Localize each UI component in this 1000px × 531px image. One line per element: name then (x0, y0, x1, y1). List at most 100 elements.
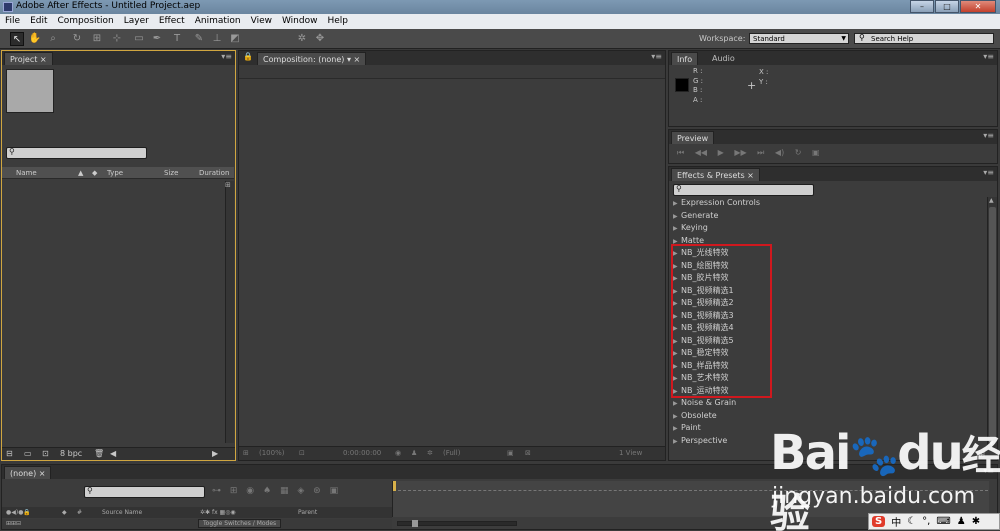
eraser-tool-icon[interactable]: ◩ (228, 32, 242, 46)
menu-layer[interactable]: Layer (119, 14, 154, 29)
resolution-select[interactable]: (Full) (443, 449, 460, 457)
search-help-input[interactable]: ⚲ Search Help (854, 33, 994, 44)
bit-depth-label[interactable]: 8 bpc (60, 449, 82, 458)
tab-timeline[interactable]: (none) × (4, 466, 52, 479)
views-select[interactable]: 1 View (619, 449, 642, 457)
workspace-select[interactable]: Standard ▼ (749, 33, 849, 44)
close-button[interactable]: ✕ (960, 0, 996, 13)
comp-mini-flowchart-icon[interactable]: ⊶ (212, 486, 221, 496)
pen-tool-icon[interactable]: ✒ (150, 32, 164, 46)
rotation-tool-icon[interactable]: ↻ (70, 32, 84, 46)
hide-shy-layers-icon[interactable]: ♠ (263, 486, 271, 496)
hierarchy-icon[interactable]: ⊞ (225, 181, 231, 189)
col-duration[interactable]: Duration (199, 169, 229, 177)
effect-category[interactable]: ▶ Noise & Grain (669, 397, 987, 410)
project-search-input[interactable]: ⚲ (6, 147, 147, 159)
region-of-interest-icon[interactable]: ▣ (507, 449, 514, 457)
av-features-icon[interactable]: ●◀)●🔒 (6, 509, 31, 516)
effect-category[interactable]: ▶ Keying (669, 222, 987, 235)
menu-view[interactable]: View (246, 14, 277, 29)
maximize-button[interactable]: □ (935, 0, 959, 13)
selection-tool-icon[interactable]: ↖ (10, 32, 24, 46)
transparency-grid-icon[interactable]: ⊠ (525, 449, 531, 457)
camera-tool-icon[interactable]: ⊞ (90, 32, 104, 46)
mute-audio-icon[interactable]: ◀) (775, 148, 784, 157)
zoom-select[interactable]: (100%) (259, 449, 284, 457)
tab-project[interactable]: Project × (4, 52, 53, 65)
next-frame-icon[interactable]: ▶▶ (734, 148, 746, 157)
show-snapshot-icon[interactable]: ♟ (411, 449, 417, 457)
tab-info[interactable]: Info (671, 52, 699, 65)
settings-icon[interactable]: ✱ (972, 516, 980, 527)
col-name[interactable]: Name (16, 169, 37, 177)
play-icon[interactable]: ▶ (718, 148, 724, 157)
menu-effect[interactable]: Effect (154, 14, 190, 29)
punctuation-icon[interactable]: °, (922, 516, 930, 527)
menu-help[interactable]: Help (322, 14, 353, 29)
new-folder-icon[interactable]: ▭ (24, 449, 32, 458)
minimize-button[interactable]: – (910, 0, 934, 13)
zoom-slider-handle[interactable] (412, 520, 418, 527)
menu-file[interactable]: File (0, 14, 25, 29)
tab-audio[interactable]: Audio (707, 52, 740, 65)
trash-icon[interactable]: 🗑 (94, 449, 104, 458)
tab-preview[interactable]: Preview (671, 131, 715, 144)
timeline-search-input[interactable]: ⚲ (84, 486, 205, 498)
draft-3d-icon[interactable]: ◉ (246, 486, 254, 496)
zoom-tool-icon[interactable]: ⌕ (46, 32, 60, 46)
motion-blur-icon[interactable]: ◈ (297, 486, 304, 496)
safe-zones-icon[interactable]: ⊡ (299, 449, 305, 457)
interpret-footage-icon[interactable]: ⊟ (6, 449, 13, 458)
brush-tool-icon[interactable]: ✎ (192, 32, 206, 46)
hand-tool-icon[interactable]: ✋ (28, 32, 42, 46)
last-frame-icon[interactable]: ⏭ (757, 148, 764, 157)
panel-menu-icon[interactable]: ▾≡ (983, 168, 994, 177)
scroll-left-icon[interactable]: ◀ (110, 449, 116, 458)
sogou-icon[interactable]: S (872, 516, 886, 527)
timecode[interactable]: 0:00:00:00 (343, 449, 381, 457)
zoom-slider[interactable] (397, 520, 517, 527)
col-source-name[interactable]: Source Name (102, 509, 142, 516)
new-composition-icon[interactable]: ⊡ (42, 449, 49, 458)
sort-icon[interactable]: ▲ (78, 169, 83, 177)
snapshot-icon[interactable]: ◉ (395, 449, 401, 457)
effect-category[interactable]: ▶ Generate (669, 210, 987, 223)
tab-effects-presets[interactable]: Effects & Presets × (671, 168, 760, 181)
frame-blending-icon[interactable]: ▦ (280, 486, 289, 496)
col-type[interactable]: Type (107, 169, 123, 177)
effects-search-input[interactable]: ⚲ (673, 184, 814, 196)
panel-menu-icon[interactable]: ▾≡ (983, 52, 994, 61)
moon-icon[interactable]: ☾ (907, 516, 916, 527)
ram-preview-icon[interactable]: ▣ (812, 148, 820, 157)
col-parent[interactable]: Parent (298, 509, 317, 516)
effect-category[interactable]: ▶ Obsolete (669, 410, 987, 423)
label-tag-icon[interactable]: ◆ (92, 169, 97, 177)
col-size[interactable]: Size (164, 169, 178, 177)
layer-number-icon[interactable]: # (77, 509, 82, 516)
lock-icon[interactable]: 🔒 (243, 52, 253, 61)
expand-layer-icons[interactable]: ⊞⊞⊟ (6, 520, 21, 527)
ime-mode[interactable]: 中 (891, 514, 901, 529)
tab-composition[interactable]: Composition: (none) ▾ × (257, 52, 367, 65)
menu-composition[interactable]: Composition (53, 14, 119, 29)
axis-world-icon[interactable]: ✥ (313, 32, 327, 46)
keyboard-icon[interactable]: ⌨ (936, 516, 950, 527)
rectangle-tool-icon[interactable]: ▭ (132, 32, 146, 46)
user-icon[interactable]: ♟ (957, 516, 966, 527)
panel-menu-icon[interactable]: ▾≡ (651, 52, 662, 61)
menu-edit[interactable]: Edit (25, 14, 52, 29)
always-preview-icon[interactable]: ⊞ (243, 449, 249, 457)
live-update-icon[interactable]: ⊞ (230, 486, 238, 496)
scroll-right-icon[interactable]: ▶ (212, 449, 218, 458)
pan-behind-tool-icon[interactable]: ⊹ (110, 32, 124, 46)
axis-local-icon[interactable]: ✲ (295, 32, 309, 46)
panel-menu-icon[interactable]: ▾≡ (221, 52, 232, 61)
brainstorm-icon[interactable]: ⊛ (313, 486, 321, 496)
toggle-switches-modes-button[interactable]: Toggle Switches / Modes (198, 519, 282, 528)
clone-stamp-tool-icon[interactable]: ⊥ (210, 32, 224, 46)
panel-menu-icon[interactable]: ▾≡ (983, 131, 994, 140)
scroll-up-icon[interactable]: ▲ (989, 197, 994, 204)
menu-animation[interactable]: Animation (190, 14, 246, 29)
effects-scrollbar[interactable]: ▲ ▼ (987, 197, 997, 450)
label-icon[interactable]: ◆ (62, 509, 67, 516)
